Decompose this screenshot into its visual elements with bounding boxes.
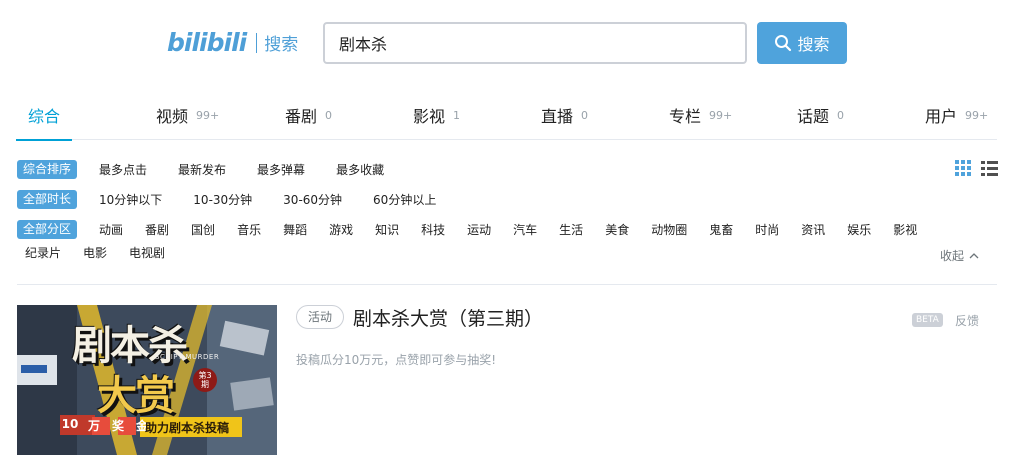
zone-filter: 全部分区 动画 番剧 国创 音乐 舞蹈 游戏 知识 科技 运动 汽车 生活 美食… xyxy=(17,220,939,239)
tab-label: 影视 xyxy=(413,107,446,126)
zone-option[interactable]: 番剧 xyxy=(145,221,169,238)
zone-option[interactable]: 电影 xyxy=(83,244,107,261)
thumbnail-cta: 助力剧本杀投稿 xyxy=(145,421,230,435)
prize-char: 万 xyxy=(87,419,100,433)
thumbnail-title-2: 大赏 xyxy=(97,373,175,419)
search-button-label: 搜索 xyxy=(797,35,830,54)
tab-count: 0 xyxy=(581,108,589,122)
tab-all[interactable]: 综合 xyxy=(15,90,73,141)
prize-char: 10 xyxy=(61,417,79,431)
bilibili-logo[interactable]: bilibili 搜索 xyxy=(167,28,298,57)
zone-option[interactable]: 知识 xyxy=(375,221,399,238)
section-divider xyxy=(17,284,997,285)
search-button[interactable]: 搜索 xyxy=(757,22,847,64)
zone-selected[interactable]: 全部分区 xyxy=(17,220,78,239)
zone-option[interactable]: 纪录片 xyxy=(25,244,61,261)
tab-topic[interactable]: 话题 0 xyxy=(797,90,844,140)
prize-char: 奖 xyxy=(111,419,124,433)
tab-live[interactable]: 直播 0 xyxy=(541,90,588,140)
tab-count: 0 xyxy=(837,108,845,122)
tab-video[interactable]: 视频 99+ xyxy=(156,90,219,140)
order-option[interactable]: 最新发布 xyxy=(178,161,226,178)
tab-count: 99+ xyxy=(196,108,220,122)
chevron-up-icon xyxy=(969,252,979,258)
order-option[interactable]: 最多点击 xyxy=(99,161,147,178)
beta-badge: BETA xyxy=(912,313,943,327)
zone-option[interactable]: 影视 xyxy=(893,221,917,238)
tab-label: 番剧 xyxy=(285,107,318,126)
tab-label: 视频 xyxy=(156,107,189,126)
zone-option[interactable]: 动画 xyxy=(99,221,123,238)
collapse-label: 收起 xyxy=(940,249,965,263)
zone-filter-overflow: 纪录片 电影 电视剧 xyxy=(25,244,187,261)
zone-option[interactable]: 游戏 xyxy=(329,221,353,238)
duration-option[interactable]: 10-30分钟 xyxy=(193,191,252,208)
list-view-icon[interactable] xyxy=(981,160,998,176)
duration-filter: 全部时长 10分钟以下 10-30分钟 30-60分钟 60分钟以上 xyxy=(17,190,467,209)
zone-option[interactable]: 科技 xyxy=(421,221,445,238)
zone-option[interactable]: 资讯 xyxy=(801,221,825,238)
tab-label: 直播 xyxy=(541,107,574,126)
order-filter: 综合排序 最多点击 最新发布 最多弹幕 最多收藏 xyxy=(17,160,415,179)
order-option[interactable]: 最多弹幕 xyxy=(257,161,305,178)
grid-view-icon[interactable] xyxy=(955,160,971,176)
result-description: 投稿瓜分10万元，点赞即可参与抽奖! xyxy=(296,353,497,367)
tab-count: 99+ xyxy=(709,108,733,122)
tab-count: 0 xyxy=(325,108,333,122)
logo-search-label: 搜索 xyxy=(264,35,299,55)
zone-option[interactable]: 娱乐 xyxy=(847,221,871,238)
thumbnail-prize: 10 万 奖 金 xyxy=(60,417,152,434)
thumbnail-subtitle: SCRIPT MURDER xyxy=(155,353,220,361)
zone-option[interactable]: 汽车 xyxy=(513,221,537,238)
activity-tag: 活动 xyxy=(296,305,345,329)
search-icon xyxy=(775,35,792,52)
zone-option[interactable]: 运动 xyxy=(467,221,491,238)
search-input[interactable] xyxy=(339,33,731,53)
duration-option[interactable]: 30-60分钟 xyxy=(283,191,342,208)
feedback-link[interactable]: 反馈 xyxy=(955,312,979,329)
view-toggle xyxy=(955,160,998,176)
zone-option[interactable]: 美食 xyxy=(605,221,629,238)
thumbnail-issue: 第3期 xyxy=(198,371,212,389)
search-box[interactable] xyxy=(323,22,747,64)
collapse-filters-button[interactable]: 收起 xyxy=(940,247,980,264)
tab-user[interactable]: 用户 99+ xyxy=(925,90,988,140)
search-type-tabs: 综合 视频 99+ 番剧 0 影视 1 直播 0 专栏 99+ 话题 0 用户 … xyxy=(15,90,997,141)
tab-count: 1 xyxy=(453,108,461,122)
tab-article[interactable]: 专栏 99+ xyxy=(669,90,732,140)
zone-option[interactable]: 生活 xyxy=(559,221,583,238)
logo-wordmark: bilibili xyxy=(167,28,247,57)
tab-film[interactable]: 影视 1 xyxy=(413,90,460,140)
tab-label: 专栏 xyxy=(669,107,702,126)
tab-label: 综合 xyxy=(28,107,61,126)
tab-count: 99+ xyxy=(965,108,989,122)
logo-divider xyxy=(256,32,258,53)
zone-option[interactable]: 动物圈 xyxy=(651,221,687,238)
zone-option[interactable]: 音乐 xyxy=(237,221,261,238)
zone-option[interactable]: 鬼畜 xyxy=(709,221,733,238)
tab-bangumi[interactable]: 番剧 0 xyxy=(285,90,332,140)
zone-option[interactable]: 舞蹈 xyxy=(283,221,307,238)
zone-option[interactable]: 时尚 xyxy=(755,221,779,238)
activity-thumbnail[interactable]: 剧本杀 SCRIPT MURDER 大赏 第3期 10 万 奖 金 助力剧本杀投… xyxy=(17,305,277,455)
duration-option[interactable]: 60分钟以上 xyxy=(373,191,436,208)
zone-option[interactable]: 国创 xyxy=(191,221,215,238)
order-selected[interactable]: 综合排序 xyxy=(17,160,78,179)
tab-label: 话题 xyxy=(797,107,830,126)
result-title[interactable]: 剧本杀大赏（第三期） xyxy=(353,304,543,331)
duration-option[interactable]: 10分钟以下 xyxy=(99,191,162,208)
zone-option[interactable]: 电视剧 xyxy=(129,244,165,261)
tab-label: 用户 xyxy=(925,107,958,126)
duration-selected[interactable]: 全部时长 xyxy=(17,190,78,209)
order-option[interactable]: 最多收藏 xyxy=(336,161,384,178)
